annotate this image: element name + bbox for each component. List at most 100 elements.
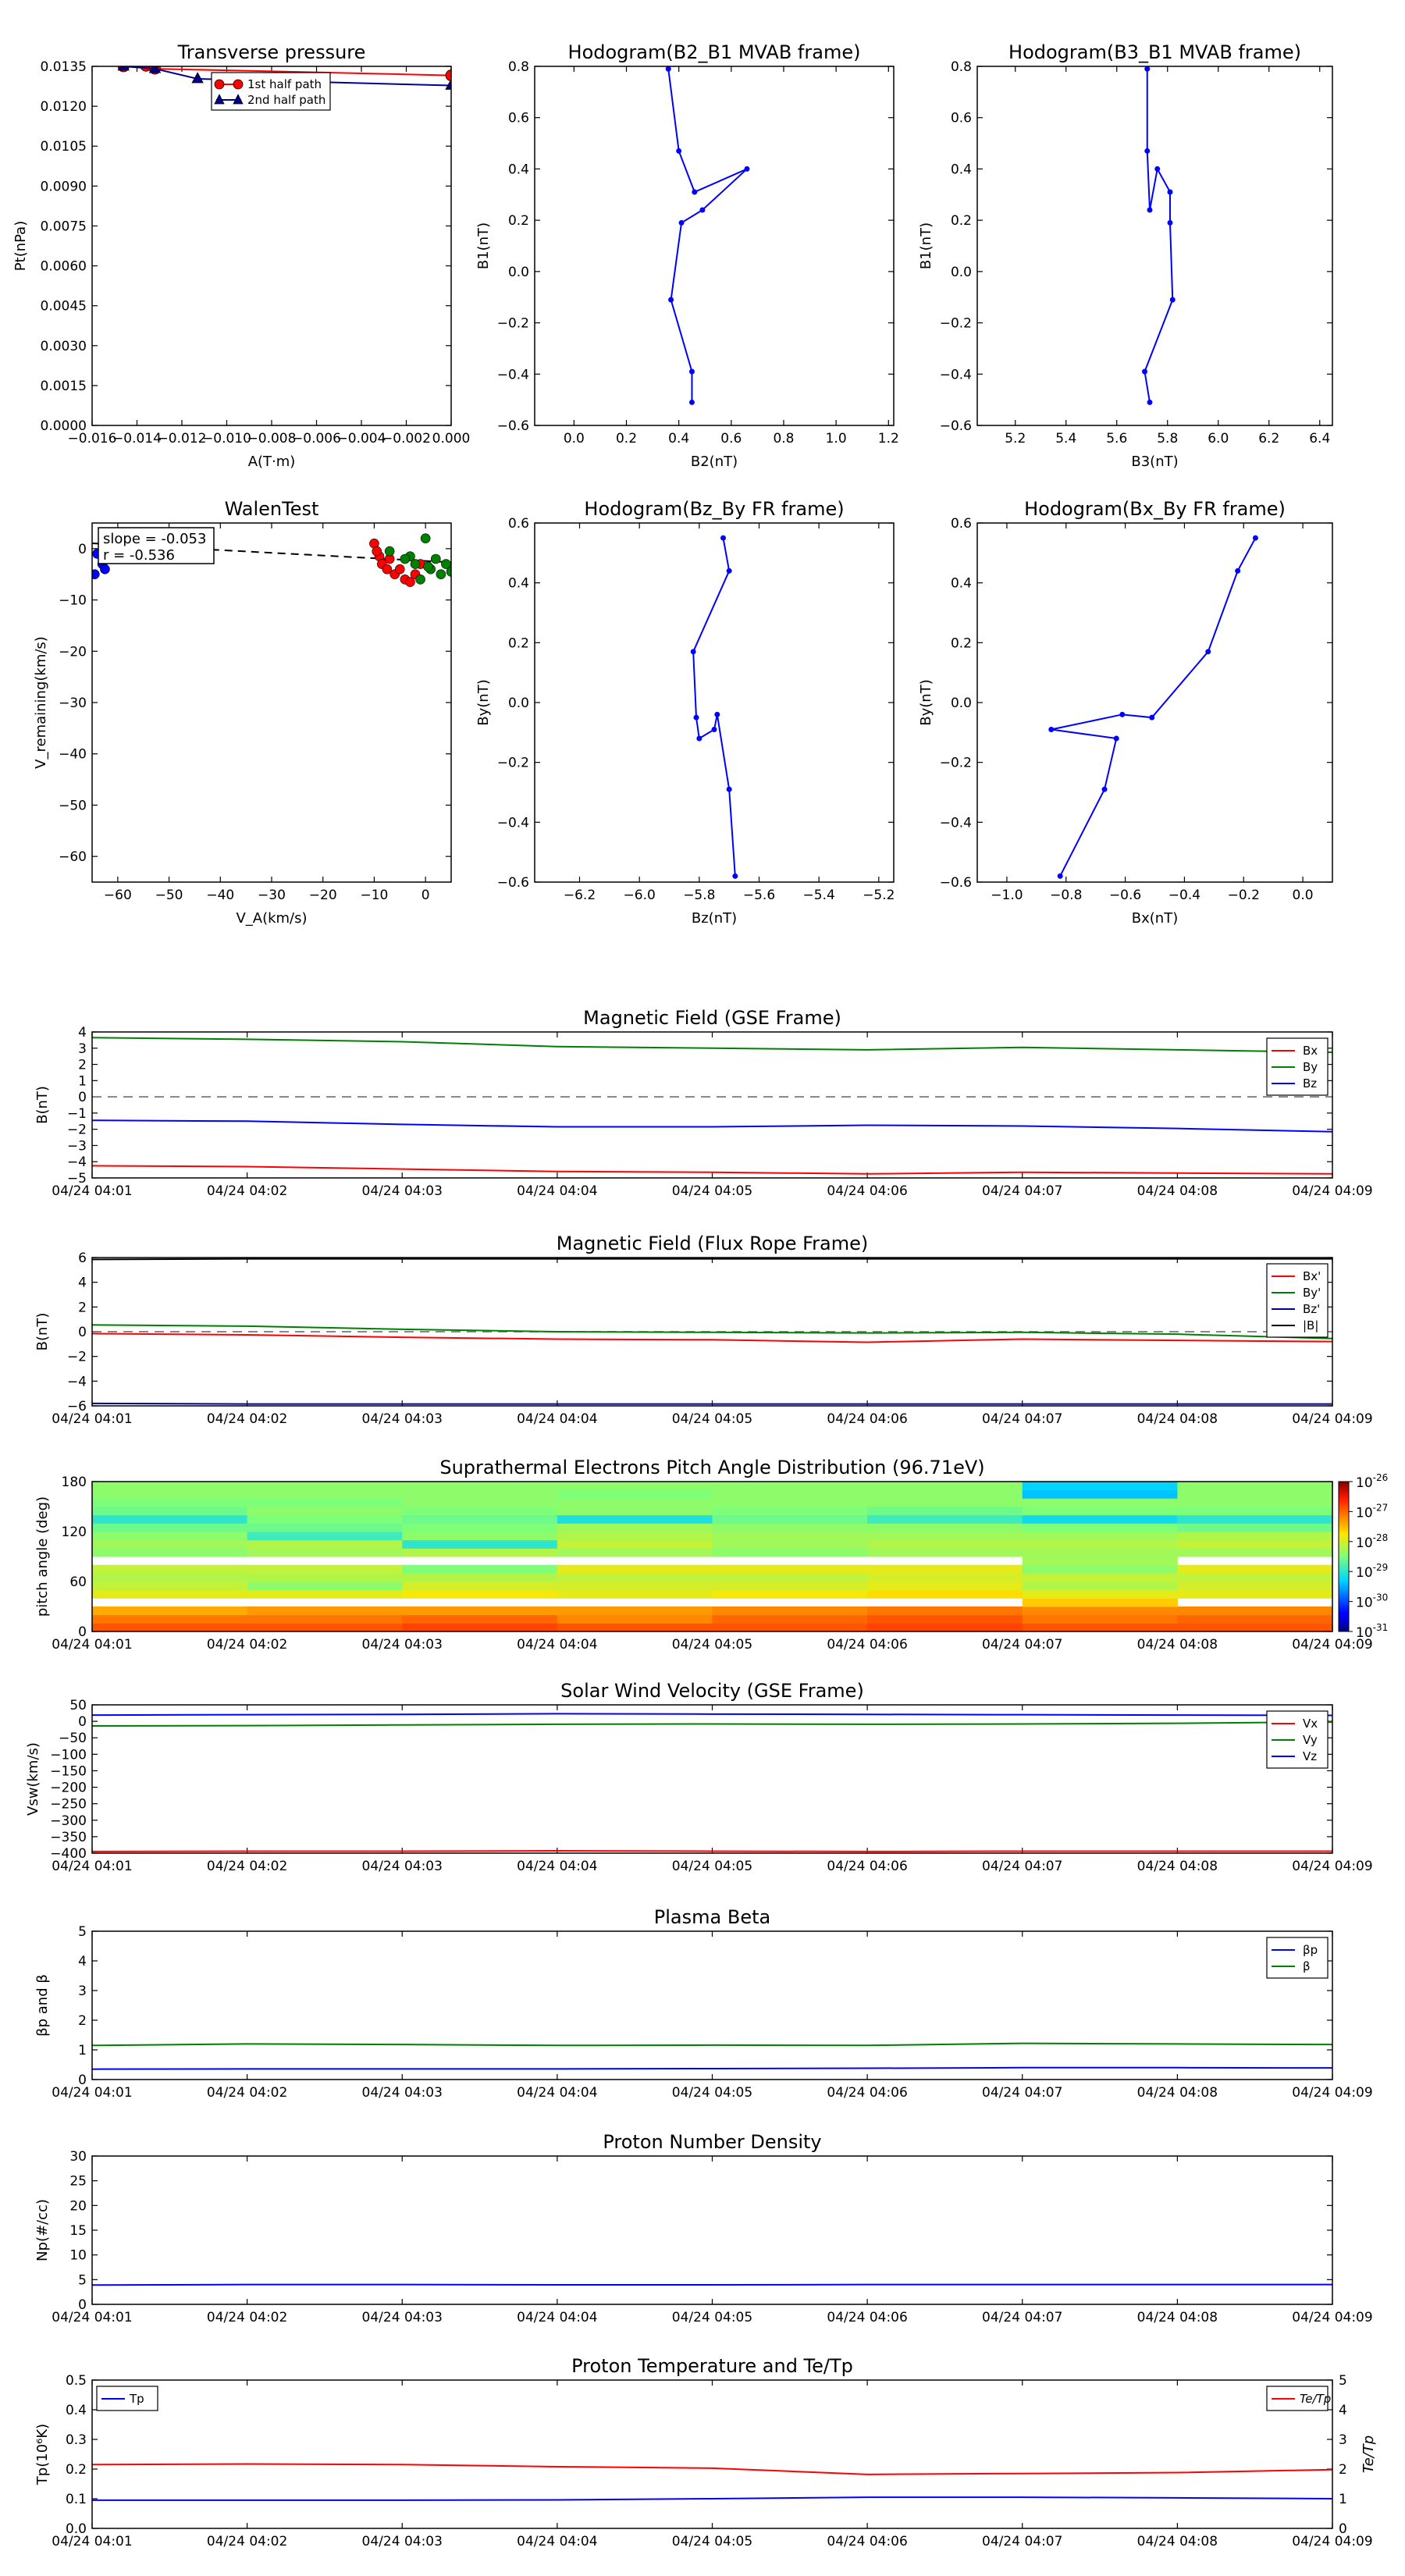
legend-label: 2nd half path — [247, 93, 325, 107]
x-tick-label: 04/24 04:09 — [1292, 2085, 1372, 2101]
x-tick-label: 04/24 04:03 — [362, 2085, 443, 2101]
y-tick-label: −400 — [50, 1846, 87, 1862]
y-tick-label: 0.0 — [951, 696, 972, 711]
colorbar-tick-label: 10-26 — [1356, 1472, 1388, 1491]
heatmap-cell — [867, 1489, 1023, 1499]
y-tick-label: 1 — [78, 2043, 87, 2058]
legend-label: By — [1303, 1060, 1318, 1074]
legend: Bx' By' Bz' |B| — [1266, 1263, 1329, 1338]
y-axis-label: pitch angle (deg) — [34, 1496, 51, 1617]
x-tick-label: 04/24 04:09 — [1292, 1183, 1372, 1199]
heatmap-cell — [712, 1507, 868, 1516]
y-tick-label: 0.2 — [951, 635, 972, 651]
data-point — [92, 569, 100, 580]
data-point — [1147, 399, 1153, 405]
title-hodo_b2b1: Hodogram(B2_B1 MVAB frame) — [568, 41, 861, 63]
x-tick-label: 1.2 — [878, 431, 899, 447]
y-tick-label: −100 — [50, 1747, 87, 1763]
colorbar-tick-label: 10-30 — [1356, 1592, 1388, 1611]
data-point — [1144, 66, 1151, 72]
x-tick-label: 6.4 — [1309, 431, 1330, 447]
plot-area — [1048, 535, 1258, 879]
heatmap-cell — [402, 1582, 558, 1591]
y-tick-label: 60 — [69, 1574, 87, 1590]
y-tick-label: −10 — [59, 593, 87, 609]
series-line — [692, 537, 736, 877]
x-tick-label: 04/24 04:04 — [517, 1859, 597, 1874]
y-tick-label: −3 — [67, 1138, 87, 1154]
plot-frame — [91, 1031, 1333, 1179]
y-tick-label: 10 — [69, 2248, 87, 2264]
heatmap-cell — [1177, 1482, 1333, 1491]
heatmap-cell — [557, 1514, 713, 1524]
series-line — [1051, 537, 1257, 877]
x-tick-label: 04/24 04:07 — [982, 1859, 1062, 1874]
y-tick-label: 25 — [69, 2174, 87, 2190]
x-tick-label: 04/24 04:06 — [827, 2085, 907, 2101]
heatmap-cell — [247, 1514, 403, 1524]
x-tick-label: −40 — [206, 888, 234, 903]
heatmap-cell — [1177, 1548, 1333, 1557]
series-line-Bz — [92, 1119, 1332, 1133]
x-tick-label: 04/24 04:01 — [52, 2085, 132, 2101]
plot-frame — [91, 1704, 1333, 1854]
x-tick-label: −0.012 — [158, 431, 207, 447]
data-point — [1119, 711, 1126, 717]
x-tick-label: −0.2 — [1228, 888, 1260, 903]
legend-label: 1st half path — [247, 77, 322, 91]
y-tick-label: 3 — [78, 1041, 87, 1057]
y-tick-label: 0.0 — [951, 265, 972, 280]
legend-label: Vx — [1303, 1717, 1318, 1731]
y-tick-label: 0.0120 — [41, 99, 87, 115]
heatmap-cell — [557, 1507, 713, 1516]
x-tick-label: −0.010 — [202, 431, 251, 447]
x-tick-label: 04/24 04:05 — [672, 1859, 752, 1874]
panel-pt: Transverse pressure−0.016−0.014−0.012−0.… — [12, 41, 470, 470]
x-tick-label: −0.008 — [247, 431, 297, 447]
data-point — [117, 66, 130, 71]
heatmap-cell — [247, 1532, 403, 1541]
y-axis-label: B1(nT) — [918, 222, 934, 269]
plot-area — [92, 2283, 1332, 2286]
y-tick-label: −0.6 — [497, 418, 529, 434]
heatmap-cell — [712, 1539, 868, 1549]
heatmap-cell — [557, 1573, 713, 1582]
title-mag_gse: Magnetic Field (GSE Frame) — [583, 1007, 841, 1029]
y-tick-label: 2 — [78, 2013, 87, 2029]
heatmap-cell — [712, 1573, 868, 1582]
heatmap-cell — [1022, 1614, 1178, 1624]
x-tick-label: 04/24 04:05 — [672, 2534, 752, 2549]
data-point — [690, 649, 696, 655]
x-tick-label: 04/24 04:09 — [1292, 2534, 1372, 2549]
legend-label: By' — [1303, 1286, 1321, 1300]
heatmap-cell — [867, 1573, 1023, 1582]
plot-frame — [534, 66, 895, 426]
plot-area — [665, 66, 750, 405]
y2-tick-label: 4 — [1339, 2403, 1347, 2418]
data-point — [668, 297, 674, 303]
y-tick-label: 2 — [78, 1300, 87, 1315]
y-tick-label: −1 — [67, 1106, 87, 1122]
y-tick-label: −0.2 — [940, 316, 972, 332]
x-tick-label: 0.0 — [1293, 888, 1314, 903]
x-tick-label: 04/24 04:04 — [517, 2085, 597, 2101]
y2-tick-label: 2 — [1339, 2462, 1347, 2478]
data-point — [1149, 714, 1155, 720]
title-pad: Suprathermal Electrons Pitch Angle Distr… — [439, 1457, 984, 1478]
heatmap-cell — [712, 1523, 868, 1532]
x-tick-label: 0.0 — [564, 431, 585, 447]
y-axis-label: B1(nT) — [475, 222, 492, 269]
heatmap-cell — [402, 1573, 558, 1582]
y-tick-label: 15 — [69, 2223, 87, 2239]
panel-pad: Suprathermal Electrons Pitch Angle Distr… — [34, 1457, 1388, 1653]
heatmap-cell — [402, 1606, 558, 1616]
y-tick-label: 0.0030 — [41, 339, 87, 354]
y-tick-label: 180 — [62, 1475, 87, 1490]
heatmap-cell — [1177, 1532, 1333, 1541]
y-tick-label: 120 — [62, 1525, 87, 1540]
annotation-text: slope = -0.053 — [103, 531, 206, 547]
heatmap-cell — [92, 1507, 248, 1516]
y-tick-label: 0.3 — [66, 2432, 87, 2448]
data-point — [436, 569, 446, 580]
y-axis-label: V_remaining(km/s) — [33, 636, 49, 769]
